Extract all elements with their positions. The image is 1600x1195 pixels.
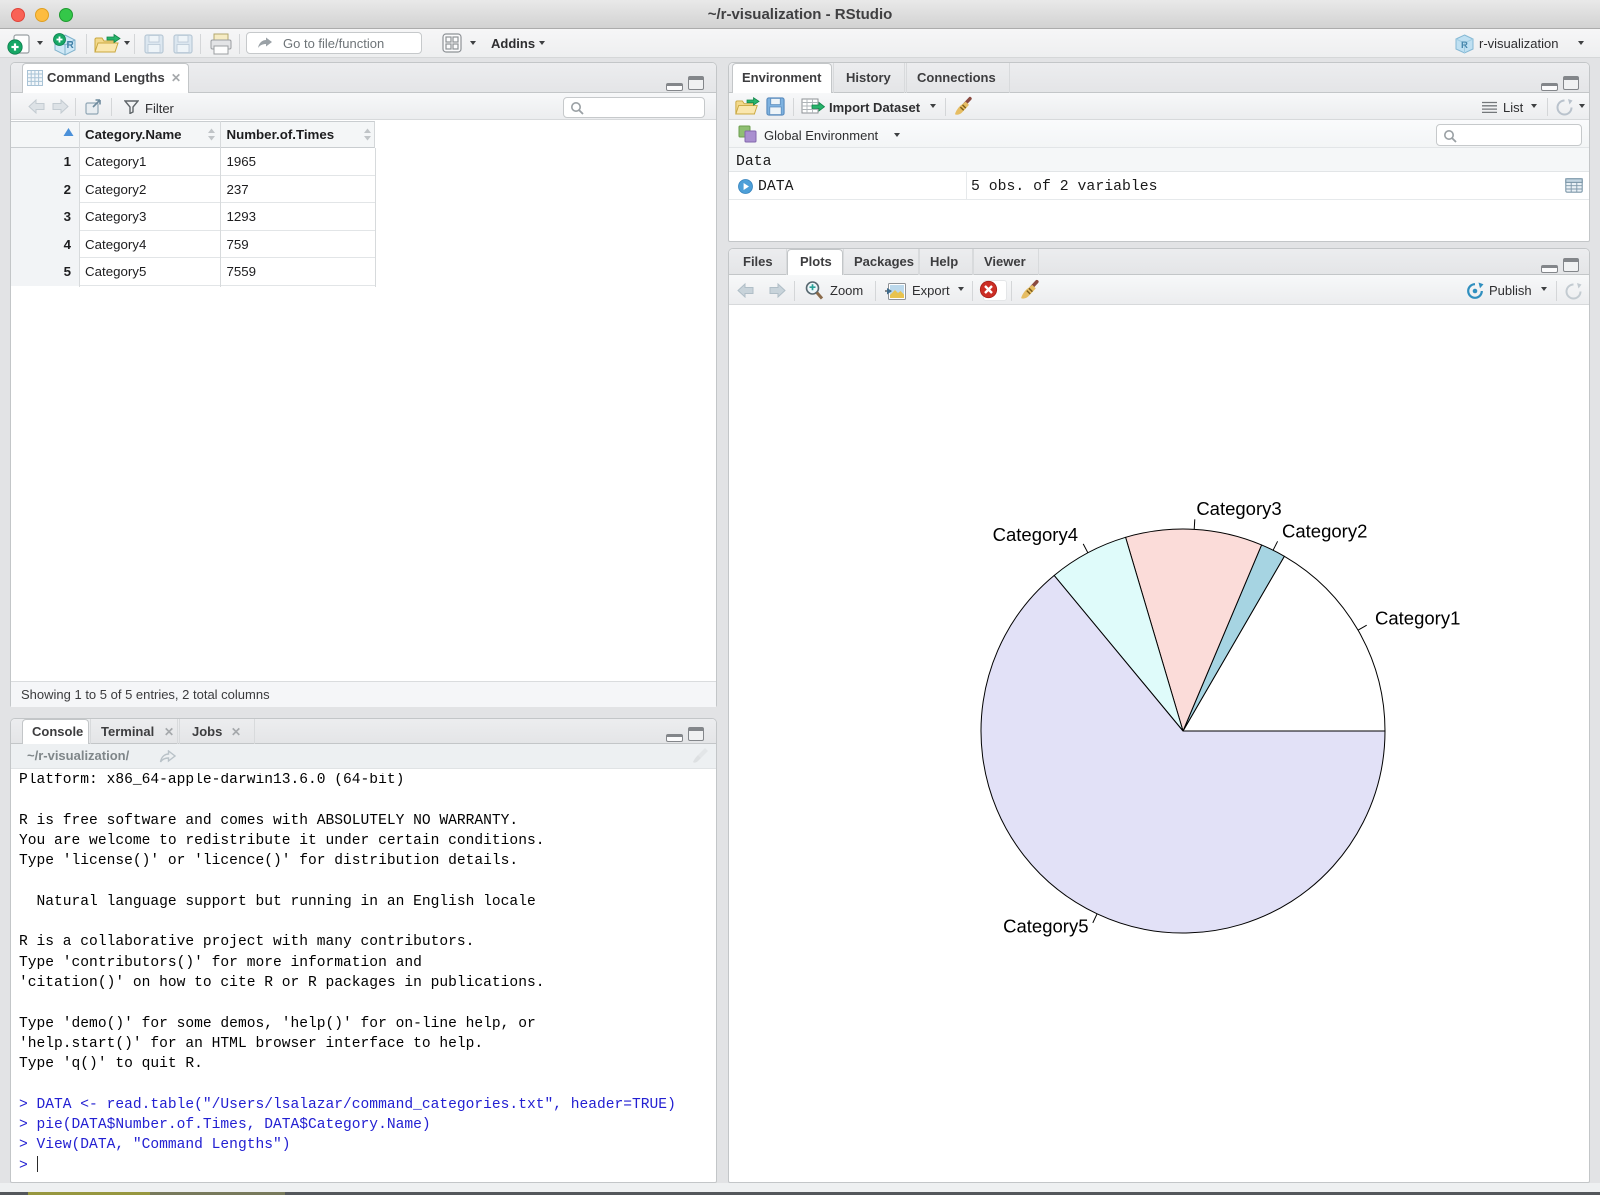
svg-text:Category3: Category3 [1196, 498, 1281, 519]
svg-text:R: R [1461, 40, 1468, 51]
svg-text:Category1: Category1 [1375, 607, 1460, 628]
svg-text:Category5: Category5 [1003, 916, 1088, 937]
svg-text:Category4: Category4 [993, 524, 1078, 545]
svg-text:R: R [67, 40, 75, 51]
svg-text:Category2: Category2 [1282, 521, 1367, 542]
